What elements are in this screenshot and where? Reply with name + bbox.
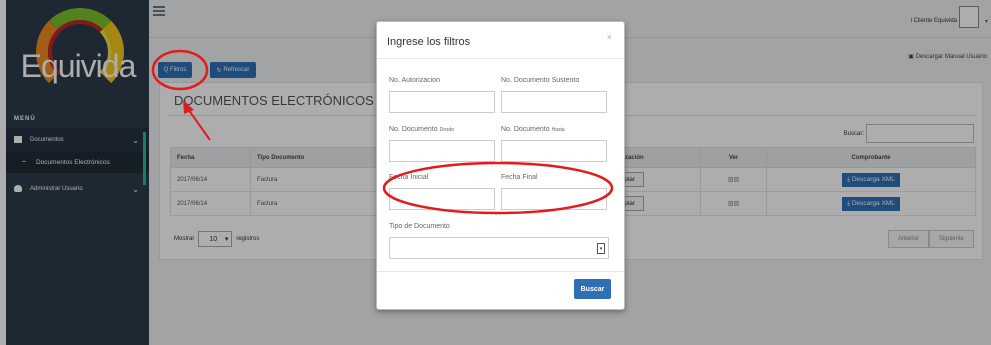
modal-title: Ingrese los filtros [387,36,471,48]
close-icon[interactable]: × [607,32,612,42]
label-no-documento-hasta: No. Documento Hasta [501,126,565,133]
label-no-autorizacion: No. Autorizacion [389,77,440,84]
no-autorizacion-input[interactable] [389,91,495,113]
no-documento-hasta-input[interactable] [501,140,607,162]
tipo-documento-select[interactable]: ▾ [389,237,609,259]
fecha-final-input[interactable] [501,188,607,210]
buscar-button[interactable]: Buscar [574,279,611,299]
select-arrow-icon: ▾ [597,243,605,254]
label-fecha-final: Fecha Final [501,174,538,181]
fecha-inicial-input[interactable] [389,188,495,210]
divider [377,271,624,272]
no-documento-sustento-input[interactable] [501,91,607,113]
divider [377,58,624,59]
label-no-documento-desde: No. Documento Desde [389,126,455,133]
label-no-documento-sustento: No. Documento Sustento [501,77,580,84]
no-documento-desde-input[interactable] [389,140,495,162]
label-tipo-documento: Tipo de Documento [389,223,450,230]
label-fecha-inicial: Fecha Inicial [389,174,429,181]
filters-modal: Ingrese los filtros × No. Autorizacion N… [376,21,625,310]
